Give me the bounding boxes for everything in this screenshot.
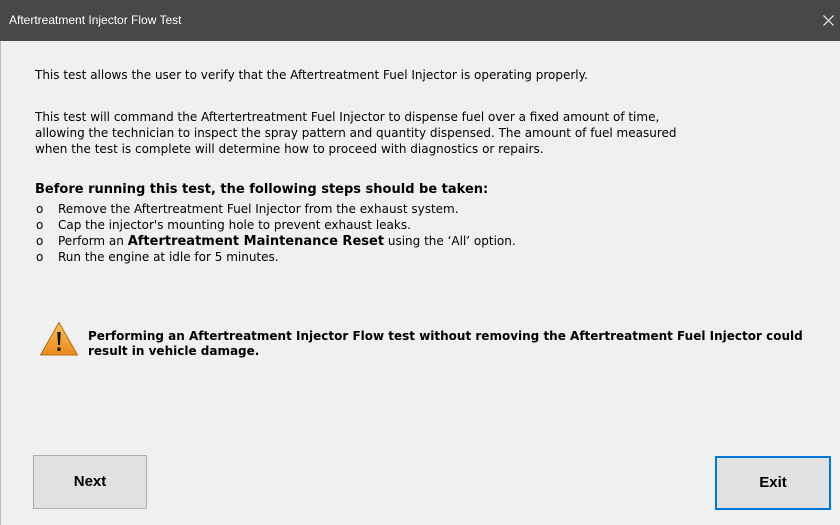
step-item: o Remove the Aftertreatment Fuel Injector… xyxy=(35,201,516,217)
dialog-window: Aftertreatment Injector Flow Test This t… xyxy=(0,0,840,525)
step-bullet: o xyxy=(36,250,44,264)
dialog-content: This test allows the user to verify that… xyxy=(0,41,840,525)
step-text: Remove the Aftertreatment Fuel Injector … xyxy=(58,202,459,216)
step-item: o Run the engine at idle for 5 minutes. xyxy=(35,249,516,265)
step-text: Cap the injector's mounting hole to prev… xyxy=(58,218,411,232)
step-text-before: Perform an xyxy=(58,234,128,248)
step-text: Run the engine at idle for 5 minutes. xyxy=(58,250,279,264)
intro-text: This test allows the user to verify that… xyxy=(35,68,588,82)
next-button[interactable]: Next xyxy=(33,455,147,509)
step-bullet: o xyxy=(36,234,44,248)
warning-message: Performing an Aftertreatment Injector Fl… xyxy=(88,329,803,358)
step-item: o Perform an Aftertreatment Maintenance R… xyxy=(35,233,516,249)
step-bullet: o xyxy=(36,218,44,232)
step-item: o Cap the injector's mounting hole to pre… xyxy=(35,217,516,233)
step-bullet: o xyxy=(36,202,44,216)
steps-list: o Remove the Aftertreatment Fuel Injector… xyxy=(35,201,516,265)
window-title: Aftertreatment Injector Flow Test xyxy=(9,13,182,27)
description-text: This test will command the Aftertertreat… xyxy=(35,109,677,157)
description-line: when the test is complete will determine… xyxy=(35,142,544,156)
close-button[interactable] xyxy=(814,0,840,41)
title-bar[interactable]: Aftertreatment Injector Flow Test xyxy=(0,0,840,41)
step-text: Perform an Aftertreatment Maintenance Re… xyxy=(54,234,516,249)
steps-heading: Before running this test, the following … xyxy=(35,182,489,197)
description-line: This test will command the Aftertertreat… xyxy=(35,110,660,124)
exit-button[interactable]: Exit xyxy=(715,456,831,510)
close-icon[interactable] xyxy=(823,15,834,26)
description-line: allowing the technician to inspect the s… xyxy=(35,126,677,140)
warning-triangle-icon xyxy=(40,322,78,356)
step-text-after: using the ‘All’ option. xyxy=(384,234,516,248)
step-text-bold: Aftertreatment Maintenance Reset xyxy=(127,234,385,249)
